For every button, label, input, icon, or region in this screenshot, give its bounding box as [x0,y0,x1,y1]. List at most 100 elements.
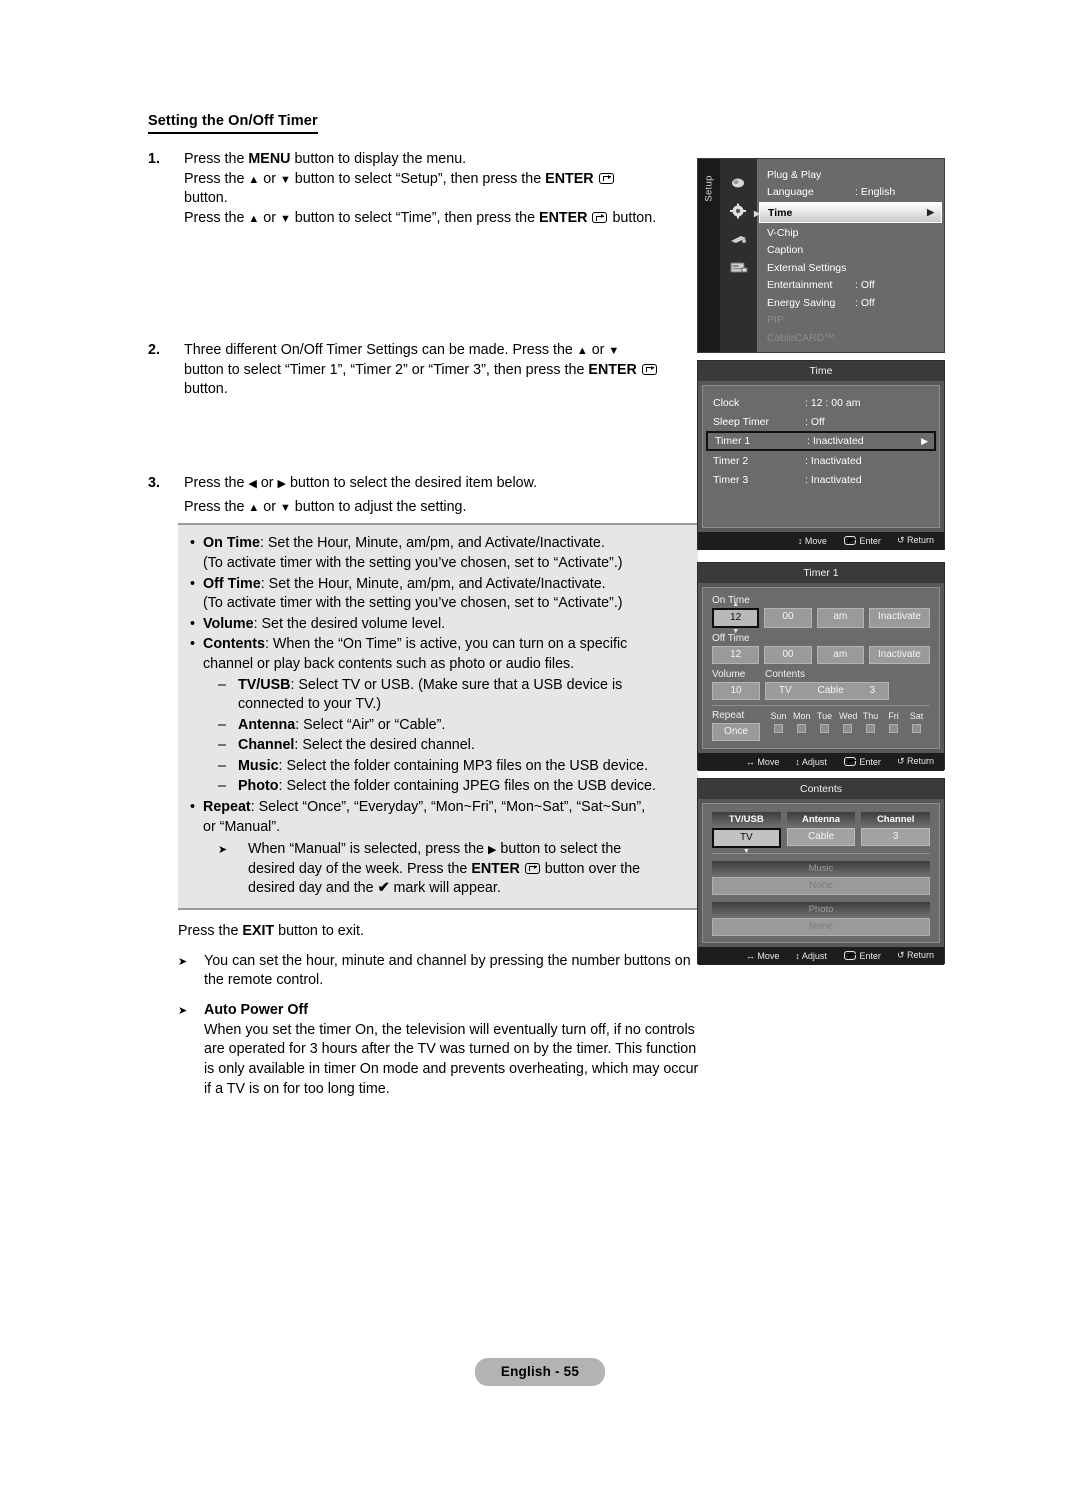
osd-contents-dialog[interactable]: Contents TV/USB TV ▼ Antenna Cable Chann… [697,778,945,965]
hint-label: Adjust [801,950,827,961]
list-item-volume: • Volume: Set the desired volume level. [190,615,688,635]
osd-time-menu[interactable]: Time Clock : 12 : 00 am Sleep Timer : Of… [697,360,945,550]
volume-label: Volume [712,669,746,680]
day-label: Thu [862,711,879,721]
tv-usb-value[interactable]: TV ▼ [712,828,781,855]
timer1-title: Timer 1 [698,563,944,583]
dash: – [218,737,226,754]
contents-body[interactable]: TV/USB TV ▼ Antenna Cable Channel 3 Musi… [702,803,940,943]
time-row-timer-3[interactable]: Timer 3 : Inactivated [703,470,939,489]
on-time-hour-field[interactable]: ▲ 12 ▼ [712,601,760,635]
column-tv-usb[interactable]: TV/USB TV ▼ [712,812,781,855]
chevron-right-icon: ▶ [927,207,934,217]
day-thu[interactable]: Thu [862,711,879,733]
osd-category-icons[interactable] [720,159,757,352]
on-time-fields[interactable]: ▲ 12 ▼ 00 am Inactivate [712,601,930,635]
day-checkbox[interactable] [843,724,852,733]
column-antenna[interactable]: Antenna Cable [786,812,856,848]
volume-field[interactable]: 10 [712,682,760,700]
off-time-ampm-field[interactable]: am [816,646,864,664]
channel-value[interactable]: 3 [861,828,931,846]
osd-setup-menu[interactable]: Setup Plug & Play Language : English ▶ T… [697,158,945,353]
text: : Select TV or USB. (Make sure that a US… [290,676,623,693]
hint-adjust: ↕ Adjust [795,950,827,961]
hint-label: Move [804,535,827,546]
input-icon[interactable] [720,225,757,253]
menu-item-time[interactable]: ▶ Time ▶ [754,202,942,223]
timer1-body[interactable]: On Time ▲ 12 ▼ 00 am Inactivate Off Time… [702,587,940,749]
repeat-control[interactable]: Repeat Once [712,710,760,741]
day-checkbox[interactable] [797,724,806,733]
timer1-footer: ↔ Move ↕ Adjust Enter ↺ Return [698,753,944,771]
value: : English [855,186,896,199]
day-checkbox[interactable] [774,724,783,733]
menu-keyword: MENU [248,151,291,167]
day-mon[interactable]: Mon [793,711,811,733]
auto-power-off-body: When you set the timer On, the televisio… [204,1021,699,1097]
day-checkbox[interactable] [889,724,898,733]
time-row-sleep-timer[interactable]: Sleep Timer : Off [703,412,939,431]
day-tue[interactable]: Tue [816,711,833,733]
volume-contents-fields[interactable]: 10 TV Cable 3 [712,682,930,700]
time-row-timer-2[interactable]: Timer 2 : Inactivated [703,451,939,470]
menu-item-language[interactable]: Language : English [757,184,944,202]
menu-item-external-settings[interactable]: External Settings [757,259,944,277]
menu-item-caption[interactable]: Caption [757,242,944,260]
day-fri[interactable]: Fri [885,711,902,733]
osd-timer1-dialog[interactable]: Timer 1 On Time ▲ 12 ▼ 00 am Inactivate … [697,562,945,771]
label: Timer 2 [713,454,749,467]
menu-item-pip: PIP [757,312,944,330]
on-time-activate-field[interactable]: Inactivate [868,608,930,628]
contents-source: TV [778,685,792,696]
step-1-number: 1. [148,151,160,167]
enter-button-icon [524,862,540,874]
enter-button-icon [592,212,608,224]
repeat-field[interactable]: Once [712,723,760,741]
value: : Off [855,296,875,309]
picture-icon[interactable] [720,169,757,197]
contents-columns[interactable]: TV/USB TV ▼ Antenna Cable Channel 3 [712,812,931,855]
day-sat[interactable]: Sat [908,711,925,733]
cablecard-icon[interactable] [720,253,757,281]
step-2-line-2: button to select “Timer 1”, “Timer 2” or… [184,361,704,381]
time-row-clock[interactable]: Clock : 12 : 00 am [703,393,939,412]
menu-item-entertainment[interactable]: Entertainment : Off [757,277,944,295]
hint-adjust: ↕ Adjust [795,756,827,767]
column-channel[interactable]: Channel 3 [861,812,931,848]
term: On Time [203,535,260,552]
repeat-days[interactable]: Sun Mon Tue Wed Thu Fri Sat [770,710,925,733]
off-time-fields[interactable]: 12 00 am Inactivate [712,646,930,664]
text: mark will appear. [389,880,501,897]
day-checkbox[interactable] [912,724,921,733]
antenna-desc: Antenna: Select “Air” or “Cable”. [238,716,688,736]
hint-label: Enter [859,950,881,961]
off-time-hour-field[interactable]: 12 [712,646,760,664]
menu-item-plug-and-play[interactable]: Plug & Play [757,166,944,184]
time-menu-body[interactable]: Clock : 12 : 00 am Sleep Timer : Off Tim… [702,385,940,528]
off-time-minute-field[interactable]: 00 [764,646,812,664]
contents-field[interactable]: TV Cable 3 [765,682,889,700]
setup-gear-icon[interactable] [720,197,757,225]
on-time-ampm-field[interactable]: am [816,608,864,628]
off-time-activate-field[interactable]: Inactivate [868,646,930,664]
repeat-section[interactable]: Repeat Once Sun Mon Tue Wed Thu Fri Sat [712,710,930,741]
setup-menu-list[interactable]: Plug & Play Language : English ▶ Time ▶ … [754,159,944,352]
on-time-minute-field[interactable]: 00 [764,608,812,628]
sub-item-channel: – Channel: Select the desired channel. [218,736,688,756]
day-checkbox[interactable] [866,724,875,733]
music-value: None [712,877,930,895]
text: : Select “Air” or “Cable”. [295,716,446,733]
text: or [587,341,609,358]
menu-item-v-chip[interactable]: V-Chip [757,224,944,242]
day-wed[interactable]: Wed [839,711,857,733]
enter-keyword: ENTER [545,170,594,187]
time-row-timer-1[interactable]: Timer 1 : Inactivated ▶ [706,431,936,451]
exit-instruction: Press the EXIT button to exit. [178,922,704,942]
day-checkbox[interactable] [820,724,829,733]
menu-item-energy-saving[interactable]: Energy Saving : Off [757,294,944,312]
antenna-value[interactable]: Cable [786,828,856,846]
column-header: TV/USB [712,812,781,827]
hint-move: ↕ Move [797,535,827,546]
day-sun[interactable]: Sun [770,711,787,733]
